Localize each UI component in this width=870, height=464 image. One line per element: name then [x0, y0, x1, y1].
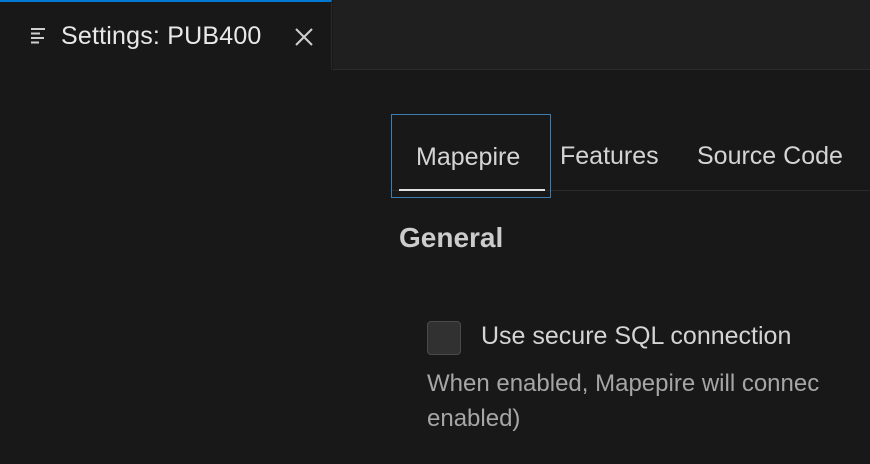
description-line-2: enabled)	[427, 405, 521, 432]
secure-sql-description: When enabled, Mapepire will connec enabl…	[427, 366, 870, 436]
tab-bar-empty-area	[333, 0, 870, 70]
tab-features[interactable]: Features	[560, 114, 680, 198]
tab-mapepire[interactable]: Mapepire	[391, 114, 551, 198]
description-line-1: When enabled, Mapepire will connec	[427, 370, 820, 397]
section-title-general: General	[399, 222, 504, 253]
settings-editor: Settings: PUB400 Mapepire Features Sourc…	[0, 0, 870, 464]
tab-source-code-label: Source Code	[697, 142, 843, 170]
tab-mapepire-label: Mapepire	[416, 143, 521, 171]
close-icon[interactable]	[293, 26, 315, 48]
active-tab-indicator	[399, 189, 545, 191]
secure-sql-checkbox[interactable]	[427, 321, 461, 355]
tab-features-label: Features	[560, 142, 659, 170]
tab-settings-pub400[interactable]: Settings: PUB400	[0, 0, 332, 70]
settings-tab-list: Mapepire Features Source Code	[390, 114, 870, 198]
settings-list-icon	[31, 28, 45, 44]
editor-tab-bar: Settings: PUB400	[0, 0, 870, 70]
tab-title: Settings: PUB400	[61, 22, 262, 50]
secure-sql-label[interactable]: Use secure SQL connection	[481, 322, 791, 351]
tab-source-code[interactable]: Source Code	[697, 114, 870, 198]
